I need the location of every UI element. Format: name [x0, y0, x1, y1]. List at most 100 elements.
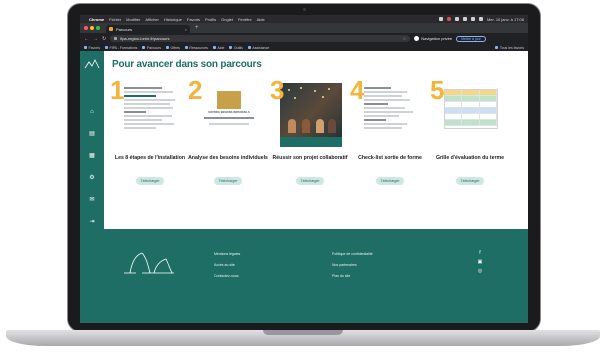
menubar-item-fenetre[interactable]: Fenêtre — [238, 17, 252, 22]
instagram-icon[interactable]: ◎ — [475, 267, 485, 276]
photo-person — [288, 119, 296, 133]
document-preview — [360, 83, 422, 147]
bookmark-item[interactable]: Assistance — [247, 46, 269, 50]
folder-icon — [104, 46, 108, 49]
menubar-app-name[interactable]: Chrome — [89, 17, 104, 22]
update-button[interactable]: Mettre à jour — [456, 35, 486, 42]
document-preview — [120, 83, 182, 147]
bookmark-item[interactable]: Outils — [229, 46, 243, 50]
download-button[interactable]: Télécharger — [376, 177, 404, 185]
photo-person — [328, 119, 336, 133]
download-button[interactable]: Télécharger — [456, 177, 484, 185]
back-icon[interactable]: ← — [84, 36, 89, 42]
bookmark-item[interactable]: FIPA - Formations — [104, 46, 137, 50]
menubar-item-profils[interactable]: Profils — [205, 17, 216, 22]
footer-link[interactable]: Politique de confidentialité — [332, 249, 373, 260]
private-mode-label: Navigation privée — [421, 36, 453, 41]
forward-icon[interactable]: → — [93, 36, 98, 42]
download-button[interactable]: Télécharger — [136, 177, 164, 185]
bookmark-item[interactable]: Offres — [165, 45, 180, 50]
bookmark-item[interactable]: Ressources — [184, 46, 208, 50]
step-thumbnail[interactable] — [120, 83, 182, 147]
bookmark-item[interactable]: Aide — [212, 45, 225, 50]
settings-icon[interactable]: ⚙ — [89, 175, 95, 181]
folder-icon — [142, 46, 146, 49]
document-icon[interactable]: ▤ — [89, 131, 95, 137]
wifi-icon[interactable] — [462, 17, 467, 21]
status-icon-1[interactable] — [438, 17, 443, 21]
new-tab-icon[interactable]: + — [195, 25, 199, 31]
zoom-window-icon[interactable] — [96, 26, 100, 30]
footer-logo-icon[interactable] — [120, 247, 178, 277]
footer-link[interactable]: Accès au site — [214, 260, 240, 271]
linkedin-icon[interactable]: ▣ — [475, 258, 485, 267]
bookmark-star-icon[interactable]: ☆ — [403, 36, 407, 41]
folder-icon — [495, 46, 499, 49]
bookmark-label: Aide — [217, 45, 225, 50]
facebook-icon[interactable]: f — [475, 249, 485, 258]
address-bar[interactable]: fipa-region-lorrie.fr/parcours ☆ — [110, 35, 411, 42]
photo-person — [302, 119, 310, 133]
menubar-item-favoris[interactable]: Favoris — [187, 17, 200, 22]
footer-link[interactable]: Plan du site — [332, 271, 373, 282]
lock-icon — [114, 37, 118, 40]
site-logo-icon[interactable] — [84, 59, 100, 69]
chat-icon[interactable]: ✉ — [89, 197, 95, 203]
evaluation-grid-preview — [444, 89, 498, 129]
bookmark-item[interactable]: Parcours — [142, 46, 161, 50]
menubar-item-afficher[interactable]: Afficher — [145, 17, 159, 22]
footer-column-2: Politique de confidentialité Nos partena… — [332, 249, 373, 282]
step-title: Analyse des besoins individuels — [188, 155, 268, 161]
step-title: Check-list sortie de forme — [358, 155, 422, 161]
menubar-item-fichier[interactable]: Fichier — [109, 17, 121, 22]
thumb-caption: MATRICE BESOINS INDIVIDUELS — [208, 111, 250, 114]
menubar-clock[interactable]: Mer. 10 janv. à 17:08 — [487, 17, 524, 22]
private-mode-indicator[interactable]: Navigation privée — [414, 36, 452, 41]
battery-icon[interactable] — [470, 17, 475, 21]
site-footer: Mentions légales Accès au site Contactez… — [104, 229, 528, 323]
logout-icon[interactable]: ⇥ — [89, 219, 95, 225]
main-content: Pour avancer dans son parcours 1 Les 8 é… — [104, 51, 528, 323]
footer-link[interactable]: Nos partenaires — [332, 260, 373, 271]
address-url: fipa-region-lorrie.fr/parcours — [120, 36, 170, 41]
menubar-item-aide[interactable]: Aide — [257, 17, 265, 22]
step-number: 3 — [270, 75, 285, 105]
step-thumbnail[interactable] — [360, 83, 422, 147]
status-icon-2[interactable] — [454, 17, 459, 21]
reload-icon[interactable]: ↻ — [102, 36, 106, 42]
browser-tab[interactable]: Parcours × — [106, 25, 190, 33]
folder-icon — [84, 46, 87, 49]
close-tab-icon[interactable]: × — [185, 27, 187, 32]
step-card-1: 1 Les 8 étapes de l'installation Télécha… — [110, 77, 190, 205]
tab-favicon-icon — [109, 27, 113, 31]
footer-link[interactable]: Contactez-nous — [214, 271, 240, 282]
status-record-icon[interactable] — [446, 17, 451, 21]
web-page: ⌂ ▤ ▦ ⚙ ✉ ⇥ Pour avancer dans son parcou… — [80, 51, 528, 323]
menubar-item-modifier[interactable]: Modifier — [126, 17, 140, 22]
photo-caption-band — [280, 137, 342, 147]
menubar-item-historique[interactable]: Historique — [164, 17, 182, 22]
calendar-icon[interactable]: ▦ — [89, 153, 95, 159]
footer-link[interactable]: Mentions légales — [214, 249, 240, 260]
step-thumbnail[interactable] — [280, 83, 342, 147]
all-bookmarks[interactable]: Tous les favoris — [495, 46, 524, 50]
bookmark-label: Favoris — [88, 45, 100, 50]
download-button[interactable]: Télécharger — [296, 177, 324, 185]
download-button[interactable]: Télécharger — [214, 177, 242, 185]
folder-icon — [184, 46, 188, 49]
minimize-window-icon[interactable] — [90, 26, 94, 30]
menubar-item-onglet[interactable]: Onglet — [221, 17, 233, 22]
bookmark-label: Offres — [170, 45, 180, 50]
laptop-screen: Chrome Fichier Modifier Afficher Histori… — [80, 15, 528, 323]
search-icon[interactable] — [478, 17, 483, 21]
step-thumbnail[interactable]: MATRICE BESOINS INDIVIDUELS — [198, 83, 260, 147]
photo-person — [316, 119, 324, 133]
laptop-base — [6, 330, 600, 346]
close-window-icon[interactable] — [84, 26, 88, 30]
step-thumbnail[interactable] — [440, 83, 502, 147]
folder-icon — [212, 46, 216, 49]
bookmark-label: Parcours — [146, 45, 161, 50]
browser-toolbar: ← → ↻ fipa-region-lorrie.fr/parcours ☆ N… — [80, 33, 528, 44]
home-icon[interactable]: ⌂ — [89, 109, 95, 115]
bookmark-item[interactable]: Favoris — [84, 46, 100, 50]
